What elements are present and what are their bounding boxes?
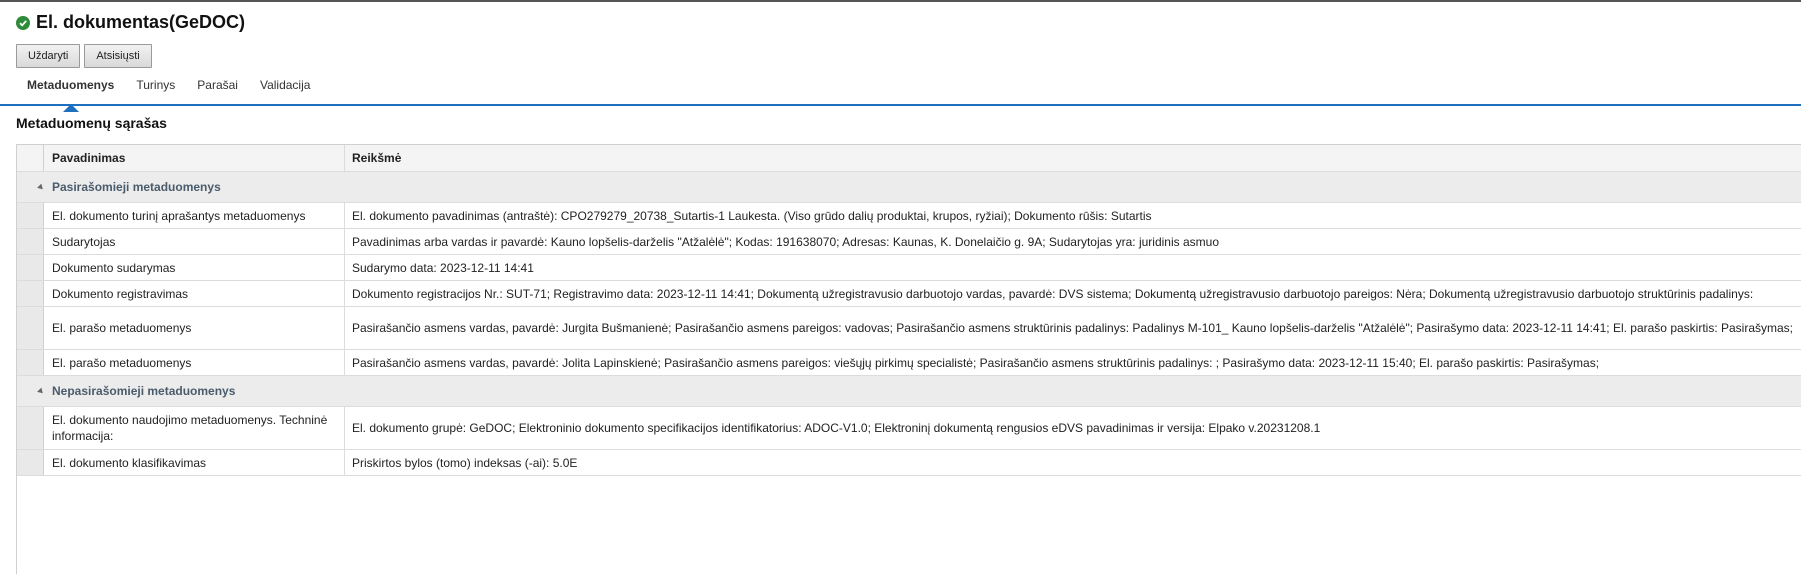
- table-header-row: Pavadinimas Reikšmė: [17, 145, 1801, 172]
- column-header-value[interactable]: Reikšmė: [345, 145, 1801, 171]
- cell-name: Dokumento sudarymas: [44, 255, 345, 280]
- cell-name: El. dokumento naudojimo metaduomenys. Te…: [44, 407, 345, 449]
- cell-name: Sudarytojas: [44, 229, 345, 254]
- collapse-triangle-icon[interactable]: [37, 387, 45, 395]
- cell-name: Dokumento registravimas: [44, 281, 345, 306]
- row-gutter: [17, 450, 44, 475]
- cell-value: Pavadinimas arba vardas ir pavardė: Kaun…: [352, 234, 1219, 249]
- row-gutter: [17, 203, 44, 228]
- cell-value: El. dokumento grupė: GeDOC; Elektroninio…: [352, 421, 1321, 435]
- cell-name: El. dokumento turinį aprašantys metaduom…: [44, 203, 345, 228]
- row-gutter: [17, 350, 44, 375]
- table-row[interactable]: El. dokumento naudojimo metaduomenys. Te…: [17, 407, 1801, 450]
- cell-value: Dokumento registracijos Nr.: SUT-71; Reg…: [352, 286, 1754, 301]
- close-button[interactable]: Uždaryti: [16, 44, 81, 68]
- tab-validacija[interactable]: Validacija: [249, 76, 321, 96]
- column-header-name[interactable]: Pavadinimas: [44, 145, 345, 171]
- group-label: Nepasirašomieji metaduomenys: [52, 384, 236, 398]
- row-gutter: [17, 281, 44, 306]
- tab-parasai[interactable]: Parašai: [186, 76, 249, 96]
- row-gutter: [17, 407, 44, 449]
- row-gutter: [17, 145, 44, 171]
- tab-label: Parašai: [197, 78, 238, 92]
- cell-name: El. dokumento klasifikavimas: [44, 450, 345, 475]
- row-gutter: [17, 229, 44, 254]
- cell-name: El. parašo metaduomenys: [44, 307, 345, 349]
- tab-bar: Metaduomenys Turinys Parašai Validacija: [16, 76, 321, 112]
- cell-value: Sudarymo data: 2023-12-11 14:41: [352, 260, 534, 275]
- table-row[interactable]: El. parašo metaduomenys Pasirašančio asm…: [17, 307, 1801, 350]
- table-row[interactable]: El. dokumento turinį aprašantys metaduom…: [17, 203, 1801, 229]
- tab-metaduomenys[interactable]: Metaduomenys: [16, 76, 125, 112]
- cell-value: Priskirtos bylos (tomo) indeksas (-ai): …: [352, 455, 578, 470]
- tab-label: Metaduomenys: [27, 78, 115, 92]
- tab-label: Turinys: [136, 78, 176, 92]
- toolbar: Uždaryti Atsisiųsti: [16, 44, 152, 68]
- page-title: El. dokumentas(GeDOC): [36, 12, 246, 32]
- group-row-signed[interactable]: Pasirašomieji metaduomenys: [17, 172, 1801, 203]
- tab-underline: [0, 104, 1801, 106]
- collapse-triangle-icon[interactable]: [37, 183, 45, 191]
- download-button[interactable]: Atsisiųsti: [84, 44, 152, 68]
- table-row[interactable]: Dokumento registravimas Dokumento regist…: [17, 281, 1801, 307]
- tab-turinys[interactable]: Turinys: [125, 76, 186, 96]
- cell-value: El. dokumento pavadinimas (antraštė): CP…: [352, 208, 1152, 223]
- check-circle-icon: [16, 15, 30, 30]
- document-header: El. dokumentas(GeDOC): [16, 12, 245, 33]
- metadata-table: Pavadinimas Reikšmė Pasirašomieji metadu…: [16, 144, 1801, 574]
- row-gutter: [17, 255, 44, 280]
- group-label: Pasirašomieji metaduomenys: [52, 180, 221, 194]
- table-row[interactable]: Dokumento sudarymas Sudarymo data: 2023-…: [17, 255, 1801, 281]
- cell-value: Pasirašančio asmens vardas, pavardė: Jol…: [352, 355, 1600, 370]
- group-row-unsigned[interactable]: Nepasirašomieji metaduomenys: [17, 376, 1801, 407]
- section-title: Metaduomenų sąrašas: [16, 115, 167, 131]
- cell-value: Pasirašančio asmens vardas, pavardė: Jur…: [352, 321, 1794, 335]
- tab-label: Validacija: [259, 78, 311, 92]
- table-row[interactable]: El. dokumento klasifikavimas Priskirtos …: [17, 450, 1801, 476]
- table-row[interactable]: Sudarytojas Pavadinimas arba vardas ir p…: [17, 229, 1801, 255]
- cell-name: El. parašo metaduomenys: [44, 350, 345, 375]
- table-row[interactable]: El. parašo metaduomenys Pasirašančio asm…: [17, 350, 1801, 376]
- row-gutter: [17, 307, 44, 349]
